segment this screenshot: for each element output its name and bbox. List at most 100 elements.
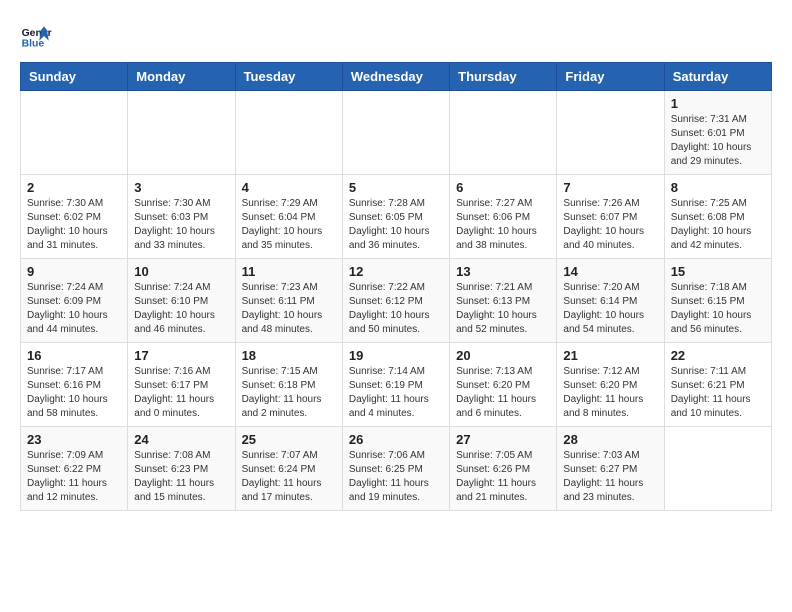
calendar-cell: 14Sunrise: 7:20 AM Sunset: 6:14 PM Dayli… <box>557 259 664 343</box>
calendar-cell <box>342 91 449 175</box>
calendar-cell: 15 Sunrise: 7:18 AM Sunset: 6:15 PM Dayli… <box>664 259 771 343</box>
day-number: 22 <box>671 348 765 363</box>
page-header: General Blue <box>20 20 772 52</box>
day-info: Sunrise: 7:30 AM Sunset: 6:03 PM Dayligh… <box>134 197 228 253</box>
calendar-cell <box>450 91 557 175</box>
calendar-cell: 11 Sunrise: 7:23 AM Sunset: 6:11 PM Dayli… <box>235 259 342 343</box>
calendar-cell: 19 Sunrise: 7:14 AM Sunset: 6:19 PM Dayli… <box>342 343 449 427</box>
calendar-cell: 20 Sunrise: 7:13 AM Sunset: 6:20 PM Dayli… <box>450 343 557 427</box>
calendar-cell: 12 Sunrise: 7:22 AM Sunset: 6:12 PM Dayli… <box>342 259 449 343</box>
day-info: Sunrise: 7:03 AM Sunset: 6:27 PM Dayligh… <box>563 449 657 505</box>
day-number: 3 <box>134 180 228 195</box>
day-of-week-header: Tuesday <box>235 63 342 91</box>
calendar-cell: 3 Sunrise: 7:30 AM Sunset: 6:03 PM Daylig… <box>128 175 235 259</box>
day-number: 10 <box>134 264 228 279</box>
day-info: Sunrise: 7:30 AM Sunset: 6:02 PM Dayligh… <box>27 197 121 253</box>
day-number: 5 <box>349 180 443 195</box>
day-number: 24 <box>134 432 228 447</box>
day-info: Sunrise: 7:23 AM Sunset: 6:11 PM Dayligh… <box>242 281 336 337</box>
calendar-cell: 18 Sunrise: 7:15 AM Sunset: 6:18 PM Dayli… <box>235 343 342 427</box>
calendar-cell: 26 Sunrise: 7:06 AM Sunset: 6:25 PM Dayli… <box>342 427 449 511</box>
calendar-cell: 5 Sunrise: 7:28 AM Sunset: 6:05 PM Daylig… <box>342 175 449 259</box>
day-number: 21 <box>563 348 657 363</box>
calendar-cell <box>664 427 771 511</box>
day-info: Sunrise: 7:21 AM Sunset: 6:13 PM Dayligh… <box>456 281 550 337</box>
day-info: Sunrise: 7:13 AM Sunset: 6:20 PM Dayligh… <box>456 365 550 421</box>
calendar-cell: 2 Sunrise: 7:30 AM Sunset: 6:02 PM Daylig… <box>21 175 128 259</box>
day-number: 18 <box>242 348 336 363</box>
day-number: 28 <box>563 432 657 447</box>
day-of-week-header: Saturday <box>664 63 771 91</box>
day-info: Sunrise: 7:14 AM Sunset: 6:19 PM Dayligh… <box>349 365 443 421</box>
calendar-week-row: 9 Sunrise: 7:24 AM Sunset: 6:09 PM Daylig… <box>21 259 772 343</box>
day-number: 23 <box>27 432 121 447</box>
day-info: Sunrise: 7:05 AM Sunset: 6:26 PM Dayligh… <box>456 449 550 505</box>
day-of-week-header: Friday <box>557 63 664 91</box>
calendar-week-row: 2 Sunrise: 7:30 AM Sunset: 6:02 PM Daylig… <box>21 175 772 259</box>
calendar-cell: 8 Sunrise: 7:25 AM Sunset: 6:08 PM Daylig… <box>664 175 771 259</box>
day-info: Sunrise: 7:31 AM Sunset: 6:01 PM Dayligh… <box>671 113 765 169</box>
day-number: 16 <box>27 348 121 363</box>
day-number: 1 <box>671 96 765 111</box>
day-number: 6 <box>456 180 550 195</box>
calendar-week-row: 1 Sunrise: 7:31 AM Sunset: 6:01 PM Daylig… <box>21 91 772 175</box>
calendar-cell: 23 Sunrise: 7:09 AM Sunset: 6:22 PM Dayli… <box>21 427 128 511</box>
day-of-week-header: Monday <box>128 63 235 91</box>
calendar-cell: 6 Sunrise: 7:27 AM Sunset: 6:06 PM Daylig… <box>450 175 557 259</box>
day-info: Sunrise: 7:09 AM Sunset: 6:22 PM Dayligh… <box>27 449 121 505</box>
day-number: 9 <box>27 264 121 279</box>
day-number: 15 <box>671 264 765 279</box>
calendar-cell: 16 Sunrise: 7:17 AM Sunset: 6:16 PM Dayli… <box>21 343 128 427</box>
day-info: Sunrise: 7:08 AM Sunset: 6:23 PM Dayligh… <box>134 449 228 505</box>
day-info: Sunrise: 7:22 AM Sunset: 6:12 PM Dayligh… <box>349 281 443 337</box>
calendar-cell: 24 Sunrise: 7:08 AM Sunset: 6:23 PM Dayli… <box>128 427 235 511</box>
calendar-cell: 21 Sunrise: 7:12 AM Sunset: 6:20 PM Dayli… <box>557 343 664 427</box>
day-info: Sunrise: 7:12 AM Sunset: 6:20 PM Dayligh… <box>563 365 657 421</box>
calendar-cell: 22 Sunrise: 7:11 AM Sunset: 6:21 PM Dayli… <box>664 343 771 427</box>
day-info: Sunrise: 7:17 AM Sunset: 6:16 PM Dayligh… <box>27 365 121 421</box>
calendar-week-row: 16 Sunrise: 7:17 AM Sunset: 6:16 PM Dayli… <box>21 343 772 427</box>
calendar-cell: 28 Sunrise: 7:03 AM Sunset: 6:27 PM Dayli… <box>557 427 664 511</box>
calendar-cell: 10 Sunrise: 7:24 AM Sunset: 6:10 PM Dayli… <box>128 259 235 343</box>
calendar-cell: 4 Sunrise: 7:29 AM Sunset: 6:04 PM Daylig… <box>235 175 342 259</box>
day-number: 26 <box>349 432 443 447</box>
day-number: 7 <box>563 180 657 195</box>
day-info: Sunrise: 7:11 AM Sunset: 6:21 PM Dayligh… <box>671 365 765 421</box>
day-info: Sunrise: 7:24 AM Sunset: 6:10 PM Dayligh… <box>134 281 228 337</box>
calendar-cell: 25Sunrise: 7:07 AM Sunset: 6:24 PM Dayli… <box>235 427 342 511</box>
day-of-week-header: Sunday <box>21 63 128 91</box>
day-number: 20 <box>456 348 550 363</box>
calendar-cell: 13 Sunrise: 7:21 AM Sunset: 6:13 PM Dayli… <box>450 259 557 343</box>
day-info: Sunrise: 7:18 AM Sunset: 6:15 PM Dayligh… <box>671 281 765 337</box>
calendar-cell: 7 Sunrise: 7:26 AM Sunset: 6:07 PM Daylig… <box>557 175 664 259</box>
calendar-cell: 9 Sunrise: 7:24 AM Sunset: 6:09 PM Daylig… <box>21 259 128 343</box>
day-number: 8 <box>671 180 765 195</box>
day-info: Sunrise: 7:24 AM Sunset: 6:09 PM Dayligh… <box>27 281 121 337</box>
day-number: 4 <box>242 180 336 195</box>
day-info: Sunrise: 7:25 AM Sunset: 6:08 PM Dayligh… <box>671 197 765 253</box>
calendar-cell <box>21 91 128 175</box>
calendar-table: SundayMondayTuesdayWednesdayThursdayFrid… <box>20 62 772 511</box>
day-number: 27 <box>456 432 550 447</box>
day-number: 2 <box>27 180 121 195</box>
day-info: Sunrise: 7:06 AM Sunset: 6:25 PM Dayligh… <box>349 449 443 505</box>
day-info: Sunrise: 7:29 AM Sunset: 6:04 PM Dayligh… <box>242 197 336 253</box>
day-number: 17 <box>134 348 228 363</box>
day-info: Sunrise: 7:07 AM Sunset: 6:24 PM Dayligh… <box>242 449 336 505</box>
calendar-week-row: 23 Sunrise: 7:09 AM Sunset: 6:22 PM Dayli… <box>21 427 772 511</box>
day-info: Sunrise: 7:28 AM Sunset: 6:05 PM Dayligh… <box>349 197 443 253</box>
calendar-cell: 1 Sunrise: 7:31 AM Sunset: 6:01 PM Daylig… <box>664 91 771 175</box>
calendar-cell <box>557 91 664 175</box>
day-number: 19 <box>349 348 443 363</box>
day-info: Sunrise: 7:15 AM Sunset: 6:18 PM Dayligh… <box>242 365 336 421</box>
day-number: 12 <box>349 264 443 279</box>
calendar-cell: 27 Sunrise: 7:05 AM Sunset: 6:26 PM Dayli… <box>450 427 557 511</box>
day-number: 13 <box>456 264 550 279</box>
svg-text:Blue: Blue <box>22 38 45 49</box>
day-number: 11 <box>242 264 336 279</box>
day-number: 14 <box>563 264 657 279</box>
day-info: Sunrise: 7:27 AM Sunset: 6:06 PM Dayligh… <box>456 197 550 253</box>
calendar-cell: 17Sunrise: 7:16 AM Sunset: 6:17 PM Dayli… <box>128 343 235 427</box>
calendar-cell <box>235 91 342 175</box>
day-info: Sunrise: 7:26 AM Sunset: 6:07 PM Dayligh… <box>563 197 657 253</box>
